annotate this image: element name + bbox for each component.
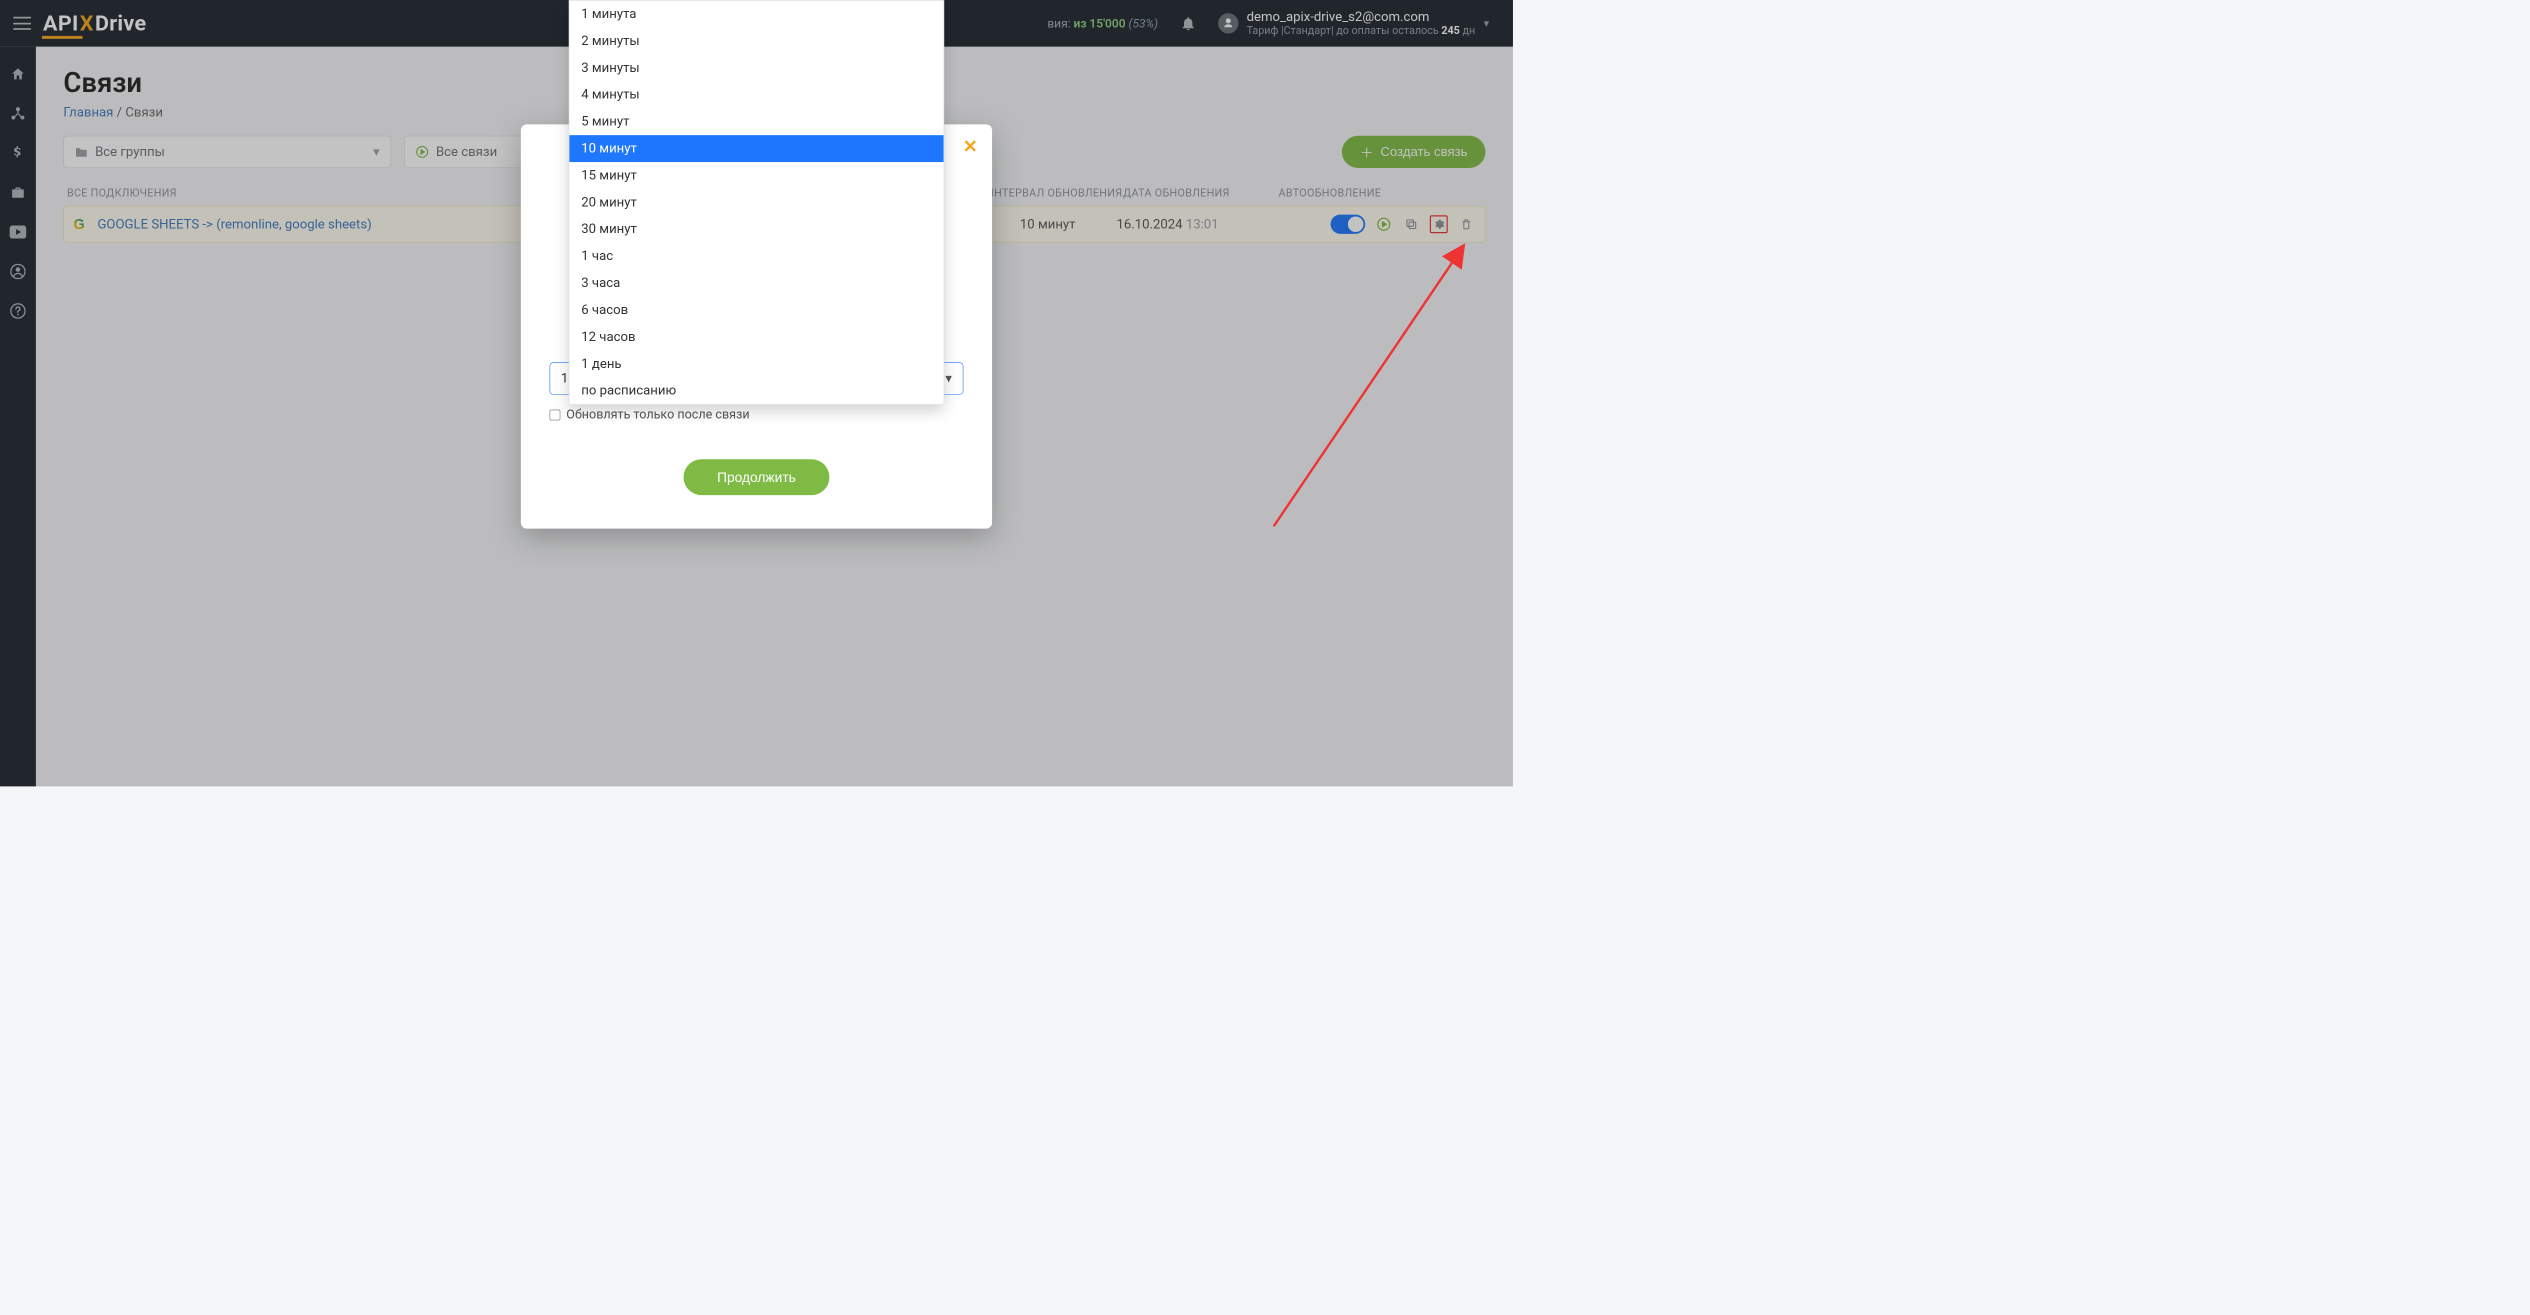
checkbox-input[interactable] — [550, 410, 561, 421]
checkbox-label: Обновлять только после связи — [566, 408, 749, 422]
interval-option[interactable]: 12 часов — [569, 324, 943, 351]
interval-option[interactable]: 1 час — [569, 243, 943, 270]
interval-option[interactable]: 1 день — [569, 350, 943, 377]
interval-option[interactable]: 20 минут — [569, 189, 943, 216]
interval-option[interactable]: 15 минут — [569, 162, 943, 189]
chevron-down-icon: ▾ — [945, 371, 952, 386]
interval-option[interactable]: 10 минут — [569, 135, 943, 162]
interval-option[interactable]: 2 минуты — [569, 28, 943, 55]
interval-option[interactable]: 6 часов — [569, 297, 943, 324]
interval-option[interactable]: по расписанию — [569, 377, 943, 404]
update-after-connection-checkbox[interactable]: Обновлять только после связи — [550, 408, 964, 422]
interval-option[interactable]: 1 минута — [569, 1, 943, 28]
interval-option[interactable]: 3 часа — [569, 270, 943, 297]
interval-option[interactable]: 30 минут — [569, 216, 943, 243]
interval-option[interactable]: 4 минуты — [569, 81, 943, 108]
interval-options-list[interactable]: 1 минута2 минуты3 минуты4 минуты5 минут1… — [569, 0, 945, 405]
interval-option[interactable]: 3 минуты — [569, 54, 943, 81]
continue-button[interactable]: Продолжить — [684, 459, 830, 495]
close-icon[interactable]: ✕ — [963, 136, 978, 157]
interval-option[interactable]: 5 минут — [569, 108, 943, 135]
continue-button-label: Продолжить — [717, 469, 796, 485]
